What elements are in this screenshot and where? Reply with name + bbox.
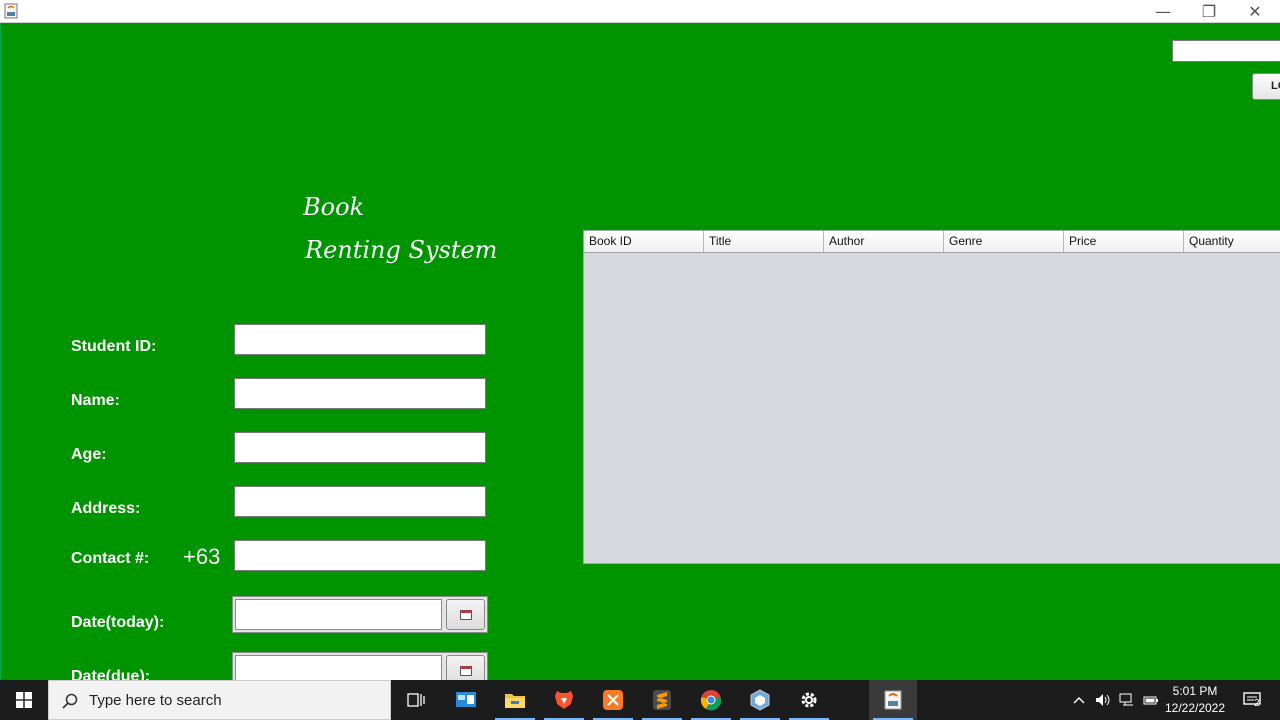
name-input[interactable]	[234, 378, 486, 409]
contact-input[interactable]	[234, 540, 486, 571]
date-today-calendar-button[interactable]	[446, 599, 485, 630]
minimize-button[interactable]: —	[1140, 0, 1186, 22]
brave-browser-icon[interactable]	[540, 680, 588, 720]
notification-center-icon[interactable]: 2	[1239, 691, 1265, 709]
java-app-icon	[4, 3, 18, 19]
virtualbox-icon[interactable]	[736, 680, 784, 720]
date-due-label: Date(due):	[71, 668, 151, 680]
column-header-author[interactable]: Author	[824, 231, 944, 252]
age-label: Age:	[71, 446, 107, 463]
calendar-icon	[459, 665, 472, 676]
name-label: Name:	[71, 392, 120, 409]
network-icon[interactable]	[1118, 691, 1136, 709]
date-today-label: Date(today):	[71, 614, 165, 631]
settings-gear-icon[interactable]	[785, 680, 833, 720]
restore-button[interactable]: ❐	[1186, 0, 1232, 22]
contact-label: Contact #:	[71, 550, 150, 567]
age-input[interactable]	[234, 432, 486, 463]
address-label: Address:	[71, 500, 141, 517]
volume-icon[interactable]	[1094, 691, 1112, 709]
taskbar-search[interactable]: Type here to search	[48, 680, 391, 720]
xampp-icon[interactable]	[589, 680, 637, 720]
control-panel-icon[interactable]	[442, 680, 490, 720]
search-placeholder: Type here to search	[89, 692, 222, 709]
clock-time: 5:01 PM	[1172, 684, 1218, 698]
login-button[interactable]: LO	[1252, 73, 1280, 100]
date-today-picker	[232, 596, 488, 633]
window-titlebar: — ❐ ✕	[0, 0, 1280, 23]
column-header-price[interactable]: Price	[1064, 231, 1184, 252]
app-title-line2: Renting System	[305, 236, 498, 264]
date-today-input[interactable]	[235, 599, 442, 630]
windows-icon	[16, 692, 32, 708]
contact-prefix: +63	[183, 544, 221, 569]
table-header: Book ID Title Author Genre Price Quantit…	[584, 231, 1280, 253]
column-header-quantity[interactable]: Quantity	[1184, 231, 1280, 252]
battery-icon[interactable]	[1142, 691, 1160, 709]
notification-count-badge: 2	[1254, 698, 1260, 709]
sublime-text-icon[interactable]	[638, 680, 686, 720]
app-title-line1: Book	[303, 193, 365, 221]
address-input[interactable]	[234, 486, 486, 517]
books-table[interactable]: Book ID Title Author Genre Price Quantit…	[583, 230, 1280, 564]
date-due-picker	[232, 652, 488, 680]
student-id-input[interactable]	[234, 324, 486, 355]
student-id-label: Student ID:	[71, 338, 157, 355]
calendar-icon	[459, 609, 472, 620]
column-header-title[interactable]: Title	[704, 231, 824, 252]
clock-date: 12/22/2022	[1164, 701, 1226, 715]
clock[interactable]: 5:01 PM 12/22/2022	[1160, 683, 1230, 717]
close-button[interactable]: ✕	[1232, 0, 1278, 22]
chrome-icon[interactable]	[687, 680, 735, 720]
file-explorer-icon[interactable]	[491, 680, 539, 720]
show-hidden-icons-icon[interactable]	[1070, 691, 1088, 709]
start-button[interactable]	[0, 680, 48, 720]
app-frame: LO Book Renting System Student ID: Name:…	[0, 23, 1280, 680]
date-due-input[interactable]	[235, 655, 442, 680]
task-view-icon[interactable]	[392, 680, 440, 720]
column-header-genre[interactable]: Genre	[944, 231, 1064, 252]
taskbar: Type here to search 5:01 PM 12/22/2022 2	[0, 680, 1280, 720]
search-icon	[62, 693, 78, 709]
date-due-calendar-button[interactable]	[446, 655, 485, 680]
column-header-book-id[interactable]: Book ID	[584, 231, 704, 252]
top-search-field[interactable]	[1172, 40, 1280, 62]
java-app-taskbar-icon[interactable]	[869, 680, 917, 720]
